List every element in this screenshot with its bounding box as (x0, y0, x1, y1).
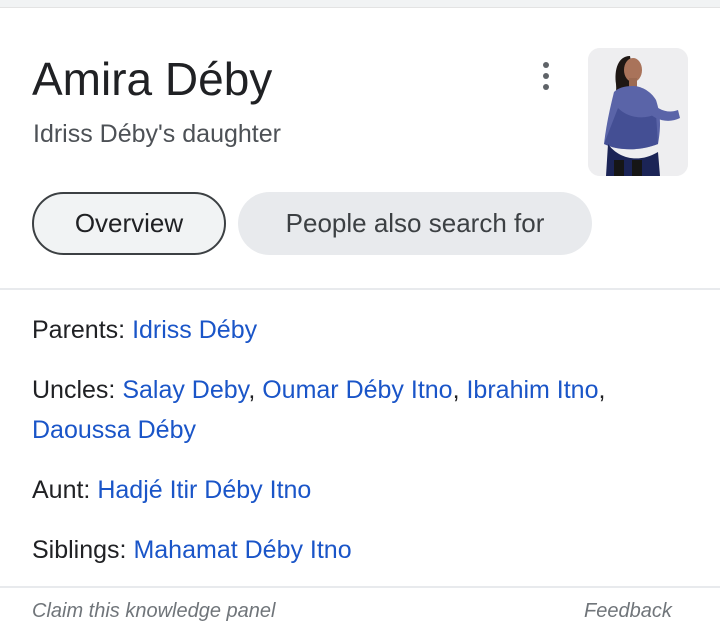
fact-uncles: Uncles: Salay Deby, Oumar Déby Itno, Ibr… (32, 370, 605, 410)
footer-divider (0, 586, 720, 588)
panel-title: Amira Déby (32, 53, 273, 105)
fact-label: Uncles: (32, 376, 123, 404)
uncle-link-oumar-deby-itno[interactable]: Oumar Déby Itno (262, 376, 452, 404)
panel-subtitle: Idriss Déby's daughter (33, 120, 281, 148)
section-divider (0, 288, 720, 290)
top-strip (0, 0, 720, 8)
sibling-link-mahamat-deby-itno[interactable]: Mahamat Déby Itno (133, 536, 351, 564)
fact-uncles-continued: Daoussa Déby (32, 410, 196, 450)
aunt-link-hadje-itir-deby-itno[interactable]: Hadjé Itir Déby Itno (97, 476, 311, 504)
fact-label: Parents: (32, 316, 133, 344)
fact-label: Aunt: (32, 476, 98, 504)
parent-link-idriss-deby[interactable]: Idriss Déby (132, 316, 257, 344)
tab-people-also-search-for[interactable]: People also search for (238, 192, 592, 255)
more-vert-icon-dot (543, 73, 549, 79)
feedback-link[interactable]: Feedback (584, 600, 672, 623)
person-photo-icon (588, 48, 688, 176)
fact-siblings: Siblings: Mahamat Déby Itno (32, 530, 352, 570)
claim-panel-link[interactable]: Claim this knowledge panel (32, 600, 275, 623)
more-options-button[interactable] (530, 56, 562, 96)
separator: , (598, 376, 606, 404)
separator: , (452, 376, 467, 404)
more-vert-icon (543, 62, 549, 68)
more-vert-icon-dot (543, 84, 549, 90)
fact-label: Siblings: (32, 536, 134, 564)
uncle-link-ibrahim-itno[interactable]: Ibrahim Itno (466, 376, 598, 404)
tab-overview[interactable]: Overview (32, 192, 226, 255)
fact-parents: Parents: Idriss Déby (32, 310, 257, 350)
separator: , (248, 376, 263, 404)
fact-aunt: Aunt: Hadjé Itir Déby Itno (32, 470, 311, 510)
uncle-link-daoussa-deby[interactable]: Daoussa Déby (32, 416, 196, 444)
person-photo-thumbnail[interactable] (588, 48, 688, 176)
uncle-link-salay-deby[interactable]: Salay Deby (122, 376, 248, 404)
